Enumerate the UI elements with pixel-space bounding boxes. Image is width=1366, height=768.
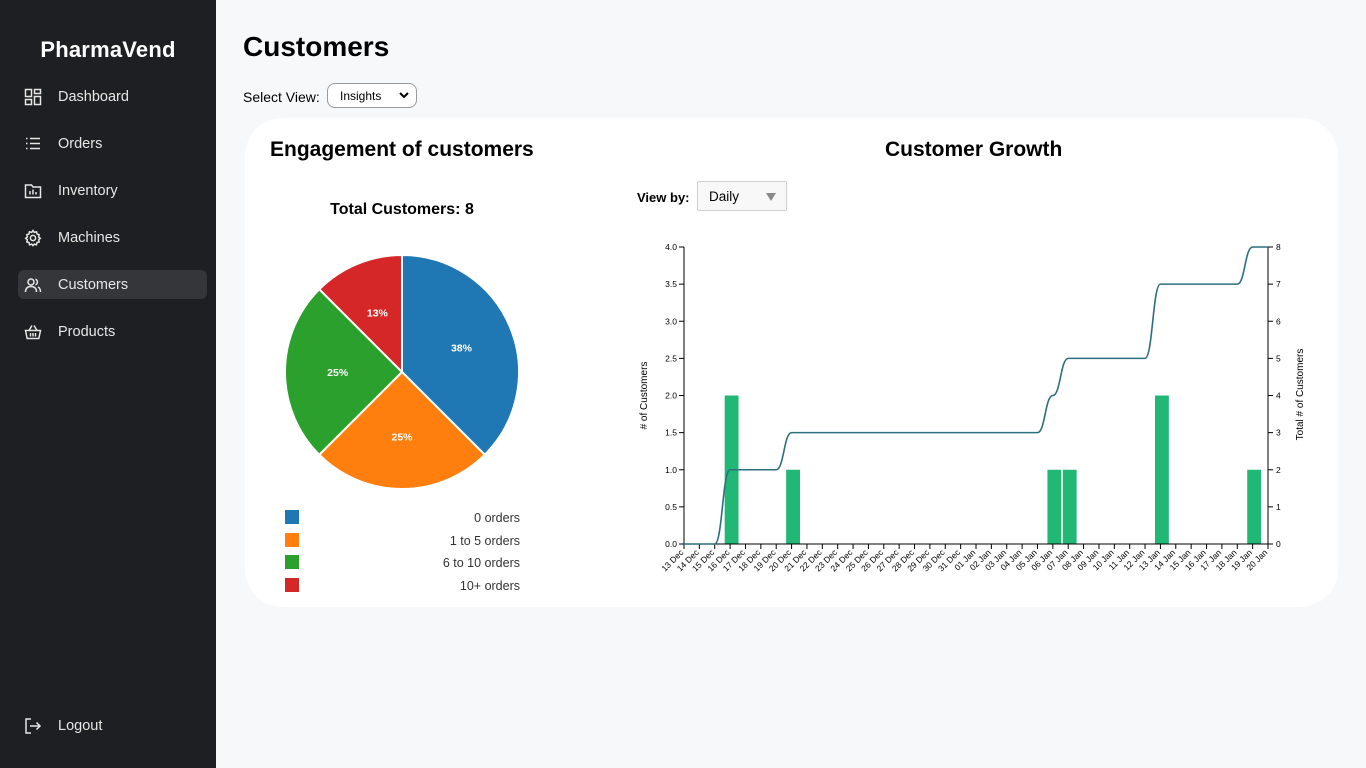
legend-swatch xyxy=(285,578,299,593)
list-icon xyxy=(23,134,43,154)
sidebar-item-label: Products xyxy=(58,323,116,340)
y-tick-label: 0.0 xyxy=(665,539,677,549)
y2-tick-label: 5 xyxy=(1276,353,1281,363)
caret-down-icon xyxy=(766,193,776,201)
y2-tick-label: 3 xyxy=(1276,428,1281,438)
pie-slice-label: 25% xyxy=(391,431,413,443)
total-customers-label: Total Customers: 8 xyxy=(330,201,474,218)
sidebar-item-machines[interactable]: Machines xyxy=(18,223,207,252)
page-title: Customers xyxy=(243,31,390,62)
y-tick-label: 4.0 xyxy=(665,242,677,252)
legend-item: 0 orders xyxy=(285,510,520,526)
legend-item: 6 to 10 orders xyxy=(285,555,520,571)
pie-slice-label: 13% xyxy=(367,308,389,320)
y-tick-label: 2.0 xyxy=(665,391,677,401)
y-tick-label: 1.0 xyxy=(665,465,677,475)
y2-tick-label: 8 xyxy=(1276,242,1281,252)
gear-icon xyxy=(23,228,43,248)
chevron-down-icon xyxy=(399,92,409,99)
legend-swatch xyxy=(285,510,299,524)
viewby-label: View by: xyxy=(637,190,690,205)
y2-axis-label: Total # of Customers xyxy=(1295,349,1306,441)
bar xyxy=(1047,469,1062,544)
legend-label: 10+ orders xyxy=(459,579,520,594)
pie-slice-label: 25% xyxy=(327,367,349,379)
legend-item: 1 to 5 orders xyxy=(285,532,520,549)
y2-tick-label: 1 xyxy=(1276,502,1281,512)
customer-growth-chart: 0.00.51.01.52.02.53.03.54.001234567813 D… xyxy=(639,242,1306,573)
sidebar-item-label: Inventory xyxy=(58,182,118,199)
engagement-pie-chart: 38% 25% 25% 13% xyxy=(284,253,520,490)
y-tick-label: 2.5 xyxy=(665,353,677,363)
y-tick-label: 0.5 xyxy=(665,502,677,512)
brand-logo-text: PharmaVend xyxy=(40,37,176,62)
logout-label: Logout xyxy=(58,717,103,734)
select-view-label: Select View: xyxy=(243,89,320,105)
y2-tick-label: 0 xyxy=(1276,539,1281,549)
growth-title: Customer Growth xyxy=(885,138,1063,161)
sidebar-item-label: Orders xyxy=(58,135,103,152)
sidebar-item-customers[interactable]: Customers xyxy=(18,270,207,299)
inventory-chart-icon xyxy=(23,181,43,201)
y-tick-label: 3.5 xyxy=(665,279,677,289)
y-tick-label: 3.0 xyxy=(665,316,677,326)
sidebar: PharmaVend Dashboard Orders Inventory Ma… xyxy=(0,0,216,768)
pie-slice-label: 38% xyxy=(451,342,473,354)
users-icon xyxy=(23,275,43,295)
sidebar-item-dashboard[interactable]: Dashboard xyxy=(18,82,207,111)
legend-label: 0 orders xyxy=(474,511,520,525)
bar xyxy=(786,469,800,544)
sidebar-item-orders[interactable]: Orders xyxy=(18,129,207,158)
select-view-dropdown[interactable]: Insights xyxy=(327,83,417,108)
viewby-dropdown[interactable]: Daily xyxy=(697,181,787,211)
bar xyxy=(1155,395,1169,544)
sidebar-item-label: Dashboard xyxy=(58,88,129,105)
bar xyxy=(1247,469,1262,544)
viewby-value: Daily xyxy=(709,188,740,204)
y-tick-label: 1.5 xyxy=(665,428,677,438)
legend-item: 10+ orders xyxy=(285,578,520,594)
sidebar-item-label: Customers xyxy=(58,276,129,293)
sidebar-item-inventory[interactable]: Inventory xyxy=(18,176,207,205)
sidebar-item-products[interactable]: Products xyxy=(18,317,207,346)
y-axis-label: # of Customers xyxy=(639,362,650,430)
logout-button[interactable]: Logout xyxy=(18,711,207,740)
y2-tick-label: 4 xyxy=(1276,391,1281,401)
legend-label: 6 to 10 orders xyxy=(442,556,520,571)
dashboard-grid-icon xyxy=(23,87,43,107)
y2-tick-label: 6 xyxy=(1276,316,1281,326)
y2-tick-label: 2 xyxy=(1276,465,1281,475)
logout-icon xyxy=(23,716,43,736)
legend-swatch xyxy=(285,532,299,547)
cumulative-line xyxy=(684,246,1268,545)
basket-icon xyxy=(23,322,43,342)
legend-swatch xyxy=(285,555,299,570)
sidebar-item-label: Machines xyxy=(58,229,121,246)
engagement-title: Engagement of customers xyxy=(270,138,534,161)
select-view-value: Insights xyxy=(340,88,382,103)
legend-label: 1 to 5 orders xyxy=(449,533,520,548)
y2-tick-label: 7 xyxy=(1276,279,1281,289)
bar xyxy=(1062,469,1077,544)
